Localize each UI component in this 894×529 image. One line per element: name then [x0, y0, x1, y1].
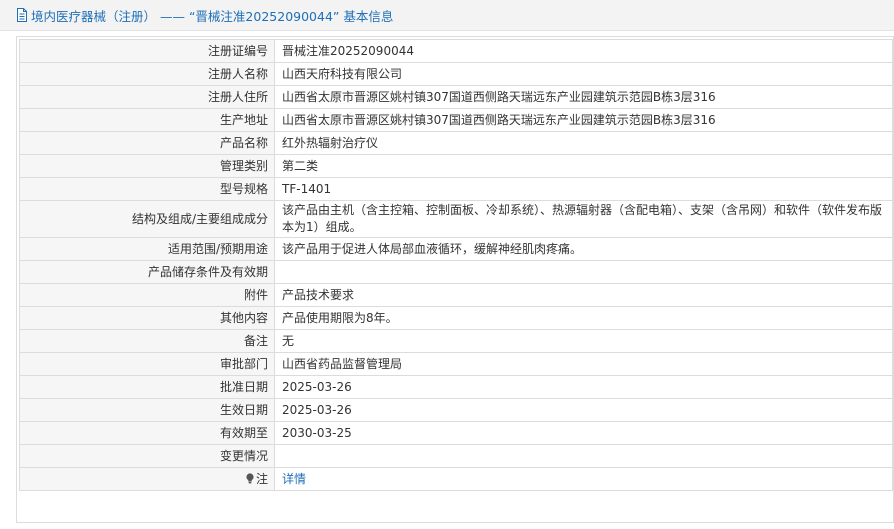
table-row: 有效期至 2030-03-25 [19, 421, 893, 445]
field-value: 山西省太原市晋源区姚村镇307国道西侧路天瑞远东产业园建筑示范园B栋3层316 [274, 108, 893, 132]
field-value: 红外热辐射治疗仪 [274, 131, 893, 155]
field-label: 管理类别 [19, 154, 275, 178]
field-label: 产品名称 [19, 131, 275, 155]
field-value [274, 260, 893, 284]
note-row: 注 详情 [19, 467, 893, 491]
table-row: 注册人名称 山西天府科技有限公司 [19, 62, 893, 86]
field-value: 产品使用期限为8年。 [274, 306, 893, 330]
field-value: 山西省太原市晋源区姚村镇307国道西侧路天瑞远东产业园建筑示范园B栋3层316 [274, 85, 893, 109]
detail-panel: 注册证编号 晋械注准20252090044 注册人名称 山西天府科技有限公司 注… [16, 36, 894, 523]
table-row: 注册证编号 晋械注准20252090044 [19, 39, 893, 63]
lightbulb-icon [246, 473, 254, 484]
field-label: 结构及组成/主要组成成分 [19, 200, 275, 238]
note-value-cell: 详情 [274, 467, 893, 491]
table-row: 结构及组成/主要组成成分 该产品由主机（含主控箱、控制面板、冷却系统）、热源辐射… [19, 200, 893, 238]
table-row: 变更情况 [19, 444, 893, 468]
field-value: 2025-03-26 [274, 375, 893, 399]
field-value: 该产品由主机（含主控箱、控制面板、冷却系统）、热源辐射器（含配电箱）、支架（含吊… [274, 200, 893, 238]
table-row: 生产地址 山西省太原市晋源区姚村镇307国道西侧路天瑞远东产业园建筑示范园B栋3… [19, 108, 893, 132]
field-label: 注册证编号 [19, 39, 275, 63]
field-label: 变更情况 [19, 444, 275, 468]
field-label: 批准日期 [19, 375, 275, 399]
field-value: 2030-03-25 [274, 421, 893, 445]
table-row: 适用范围/预期用途 该产品用于促进人体局部血液循环，缓解神经肌肉疼痛。 [19, 237, 893, 261]
field-label: 有效期至 [19, 421, 275, 445]
table-row: 备注 无 [19, 329, 893, 353]
field-value: 2025-03-26 [274, 398, 893, 422]
page-header: 境内医疗器械（注册） —— “晋械注准20252090044” 基本信息 [0, 0, 894, 31]
field-value: 产品技术要求 [274, 283, 893, 307]
field-value: 晋械注准20252090044 [274, 39, 893, 63]
table-row: 审批部门 山西省药品监督管理局 [19, 352, 893, 376]
table-row: 产品名称 红外热辐射治疗仪 [19, 131, 893, 155]
field-value: 无 [274, 329, 893, 353]
field-label: 其他内容 [19, 306, 275, 330]
field-label: 注册人住所 [19, 85, 275, 109]
note-label-cell: 注 [19, 467, 275, 491]
field-label: 适用范围/预期用途 [19, 237, 275, 261]
field-label: 产品储存条件及有效期 [19, 260, 275, 284]
field-value: TF-1401 [274, 177, 893, 201]
document-icon [17, 8, 27, 22]
field-value: 第二类 [274, 154, 893, 178]
detail-table: 注册证编号 晋械注准20252090044 注册人名称 山西天府科技有限公司 注… [19, 39, 893, 491]
table-row: 批准日期 2025-03-26 [19, 375, 893, 399]
field-value: 该产品用于促进人体局部血液循环，缓解神经肌肉疼痛。 [274, 237, 893, 261]
field-label: 生效日期 [19, 398, 275, 422]
field-label: 附件 [19, 283, 275, 307]
table-row: 管理类别 第二类 [19, 154, 893, 178]
note-label: 注 [255, 472, 268, 486]
table-row: 型号规格 TF-1401 [19, 177, 893, 201]
field-value: 山西省药品监督管理局 [274, 352, 893, 376]
field-label: 型号规格 [19, 177, 275, 201]
table-row: 附件 产品技术要求 [19, 283, 893, 307]
field-label: 审批部门 [19, 352, 275, 376]
field-value [274, 444, 893, 468]
details-link[interactable]: 详情 [282, 472, 306, 486]
field-label: 备注 [19, 329, 275, 353]
table-row: 其他内容 产品使用期限为8年。 [19, 306, 893, 330]
table-row: 注册人住所 山西省太原市晋源区姚村镇307国道西侧路天瑞远东产业园建筑示范园B栋… [19, 85, 893, 109]
page-title: 境内医疗器械（注册） —— “晋械注准20252090044” 基本信息 [31, 8, 394, 24]
table-row: 产品储存条件及有效期 [19, 260, 893, 284]
field-label: 生产地址 [19, 108, 275, 132]
field-value: 山西天府科技有限公司 [274, 62, 893, 86]
table-row: 生效日期 2025-03-26 [19, 398, 893, 422]
field-label: 注册人名称 [19, 62, 275, 86]
